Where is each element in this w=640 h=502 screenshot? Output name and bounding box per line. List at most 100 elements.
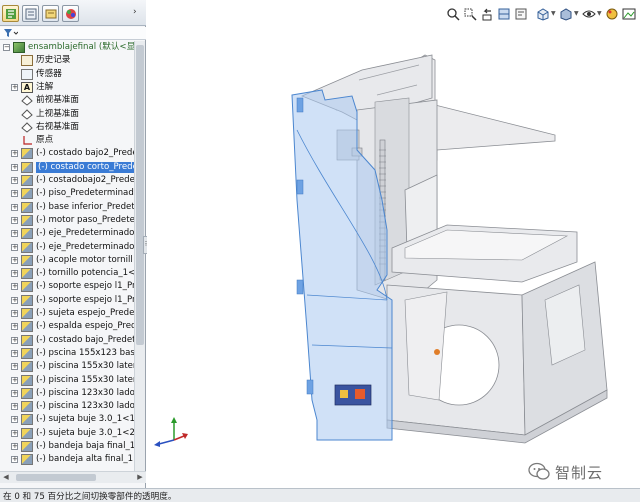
expand-icon[interactable]: + [11,456,18,464]
property-icon [25,8,37,20]
expand-icon[interactable]: + [11,270,18,278]
tree-vertical-scrollbar[interactable] [134,41,145,471]
expand-icon[interactable]: + [11,389,18,397]
expand-icon[interactable]: + [11,323,18,331]
tree-item[interactable]: + (-) espalda espejo_Pred [0,320,134,333]
tree-item[interactable]: + (-) piscina 155x30 latera [0,374,134,387]
tree-item[interactable]: + (-) motor paso_Predete [0,214,134,227]
dynamic-annotation-icon[interactable] [514,7,528,21]
edit-appearance-icon[interactable] [605,7,619,21]
tree-item[interactable]: + (-) acople motor tornill [0,254,134,267]
tree-item[interactable]: + (-) piscina 123x30 lado2 [0,400,134,413]
expand-icon[interactable]: + [11,150,18,158]
expand-icon[interactable]: + [11,216,18,224]
tree-item-label: 传感器 [36,68,62,79]
tree-item[interactable]: + (-) tornillo potencia_1< [0,267,134,280]
tree-item-label: (-) sujeta buje 3.0_1<2> [36,427,134,438]
expand-icon[interactable]: + [11,349,18,357]
panel-expand-icon[interactable]: › [133,7,142,19]
graphics-viewport[interactable]: ▼ ▼ ▼ 智制云 [147,0,640,488]
expand-icon[interactable]: + [11,310,18,317]
tree-item[interactable]: + (-) costado bajo_Predet [0,334,134,347]
scroll-right-icon[interactable]: ▶ [134,472,146,483]
part-icon [21,361,33,373]
part-icon [21,334,33,346]
feature-manager-tab[interactable] [2,5,19,22]
expand-icon[interactable]: + [11,163,18,171]
tree-item[interactable]: + (-) piscina 155x30 latera [0,360,134,373]
scrollbar-thumb[interactable] [16,474,96,481]
scroll-left-icon[interactable]: ◀ [0,472,12,483]
expand-icon[interactable]: + [11,416,18,424]
tree-item[interactable]: + (-) eje_Predeterminado- [0,241,134,254]
tree-item[interactable]: + (-) costado bajo2_Predet [0,147,134,160]
tree-item[interactable]: 上视基准面 [0,108,134,121]
expand-icon[interactable]: + [11,177,18,184]
tree-item[interactable]: + (-) bandeja alta final_1< [0,453,134,466]
appearance-icon [66,9,76,19]
configuration-manager-tab[interactable] [42,5,59,22]
expand-icon[interactable]: + [11,283,18,291]
tree-item[interactable]: 传感器 [0,68,134,81]
expand-icon[interactable]: + [11,443,18,450]
tree-item[interactable]: + (-) piso_Predeterminado [0,187,134,200]
expand-icon[interactable]: + [11,203,18,211]
expand-icon[interactable]: + [11,429,18,437]
expand-icon[interactable]: + [11,83,18,91]
tree-item[interactable]: − ensamblajefinal (默认<显 [0,41,134,54]
tree-item[interactable]: + (-) sujeta buje 3.0_1<2> [0,427,134,440]
expand-icon[interactable]: + [11,256,18,264]
origin-marker [434,349,440,355]
expand-icon[interactable]: + [11,336,18,344]
tree-item[interactable]: + (-) pscina 155x123 base [0,347,134,360]
tree-item[interactable]: + (-) costadobajo2_Prede [0,174,134,187]
chevron-down-icon[interactable]: ▼ [551,10,556,17]
expand-icon[interactable]: + [11,243,18,251]
tree-filter-bar[interactable] [0,27,146,40]
feature-tree: − ensamblajefinal (默认<显 历史记录 传感器 + A 注解 前视基准面 上视… [0,41,134,471]
view-orientation-icon[interactable] [536,7,550,21]
display-style-icon[interactable] [559,7,573,21]
tree-horizontal-scrollbar[interactable]: ◀ ▶ [0,471,146,483]
section-view-icon[interactable] [497,7,511,21]
collapse-icon[interactable]: − [3,44,10,51]
tree-item[interactable]: 前视基准面 [0,94,134,107]
origin-icon [21,135,33,146]
chevron-down-icon[interactable]: ▼ [574,10,579,17]
assembly-model[interactable] [147,0,640,488]
tree-item[interactable]: + (-) piscina 123x30 lado2 [0,387,134,400]
expand-icon[interactable]: + [11,296,18,304]
tree-item[interactable]: 右视基准面 [0,121,134,134]
part-icon [21,441,33,452]
scrollbar-thumb[interactable] [136,45,144,345]
tree-item[interactable]: 历史记录 [0,54,134,67]
property-manager-tab[interactable] [22,5,39,22]
hide-show-icon[interactable] [582,7,596,21]
appearance-tab[interactable] [62,5,79,22]
tree-item[interactable]: + (-) soporte espejo l1_Pr [0,294,134,307]
expand-icon[interactable]: + [11,230,18,238]
tree-item[interactable]: + (-) eje_Predeterminado- [0,227,134,240]
tree-item[interactable]: 原点 [0,134,134,147]
zoom-to-fit-icon[interactable] [446,7,460,21]
tree-item-label: (-) sujeta espejo_Predet [36,308,134,318]
tree-item[interactable]: + (-) soporte espejo l1_Pr [0,280,134,293]
tree-item[interactable]: + (-) base inferior_Predet [0,201,134,214]
tree-item[interactable]: + (-) bandeja baja final_1- [0,440,134,453]
chevron-down-icon[interactable]: ▼ [597,10,602,17]
tree-item[interactable]: + A 注解 [0,81,134,94]
expand-icon[interactable]: + [11,190,18,198]
scene-icon[interactable] [622,7,636,21]
previous-view-icon[interactable] [480,7,494,21]
tree-item[interactable]: + (-) costado corto_Prede [0,161,134,174]
part-icon [21,414,33,426]
expand-icon[interactable]: + [11,376,18,384]
stepper-motor[interactable] [334,384,372,406]
tree-item-label: (-) costado bajo2_Predet [36,148,134,159]
expand-icon[interactable]: + [11,403,18,411]
tree-item-label: (-) piso_Predeterminado [36,188,134,199]
expand-icon[interactable]: + [11,363,18,371]
zoom-to-area-icon[interactable] [463,7,477,21]
tree-item[interactable]: + (-) sujeta buje 3.0_1<1> [0,413,134,426]
tree-item[interactable]: + (-) sujeta espejo_Predet [0,307,134,320]
